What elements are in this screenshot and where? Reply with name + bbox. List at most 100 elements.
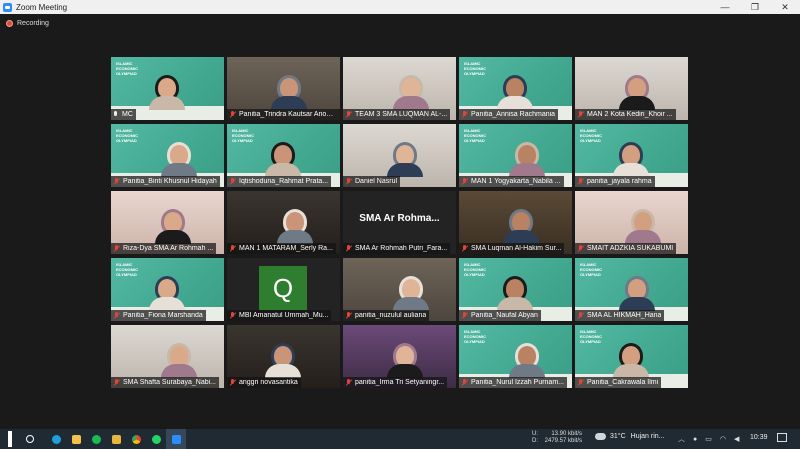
participant-name-bar: Panitia_Nurul Izzah Purnam... — [459, 377, 567, 388]
taskbar-file-explorer[interactable] — [66, 429, 86, 449]
volume-icon[interactable]: ◀ — [734, 435, 739, 443]
weather-widget[interactable]: 31°C Hujan rin... — [595, 433, 665, 440]
recording-indicator[interactable]: Recording — [6, 20, 49, 27]
participant-name: panitia_Irma Tri Setyaningr... — [355, 379, 445, 386]
virtual-background-logo: ISLAMIC ECONOMIC OLYMPIAD — [580, 329, 602, 344]
participant-name-bar: Panitia_Cakrawala Ilmi — [575, 377, 662, 388]
participant-tile[interactable]: ISLAMIC ECONOMIC OLYMPIAD Iqtishoduna_Rah… — [227, 124, 340, 187]
participant-figure — [503, 212, 539, 244]
participant-name-bar: MAN 1 MATARAM_Serly Ra... — [227, 243, 336, 254]
participant-tile[interactable]: TEAM 3 SMA LUQMAN AL-... — [343, 57, 456, 120]
mic-muted-icon — [577, 178, 584, 185]
participant-name: SMA Shafta Surabaya_Nabi... — [123, 379, 216, 386]
system-tray: ︿ ● ▭ ◠ ◀ — [678, 429, 747, 449]
participant-figure — [619, 78, 655, 110]
participant-figure — [613, 346, 649, 378]
recording-dot-icon — [6, 20, 13, 27]
taskbar-chrome[interactable] — [126, 429, 146, 449]
network-icon[interactable]: ▭ — [705, 435, 712, 443]
participant-tile[interactable]: ISLAMIC ECONOMIC OLYMPIAD MC — [111, 57, 224, 120]
taskbar-files[interactable] — [106, 429, 126, 449]
taskbar-zoom[interactable] — [166, 429, 186, 449]
participant-tile[interactable]: ISLAMIC ECONOMIC OLYMPIAD Panitia_Cakrawa… — [575, 325, 688, 388]
notification-icon[interactable] — [777, 433, 787, 442]
participant-tile[interactable]: ISLAMIC ECONOMIC OLYMPIAD Panitia_Naufal … — [459, 258, 572, 321]
participant-name: Panitia_Fiona Marshanda — [123, 312, 203, 319]
participant-name-bar: Panitia_Trindra Kautsar Ariobi... — [227, 109, 340, 120]
participant-name: SMA Ar Rohmah Putri_Fara... — [355, 245, 448, 252]
participant-tile[interactable]: SMA Shafta Surabaya_Nabi... — [111, 325, 224, 388]
participant-tile[interactable]: panitia_Irma Tri Setyaningr... — [343, 325, 456, 388]
virtual-background-logo: ISLAMIC ECONOMIC OLYMPIAD — [464, 262, 486, 277]
participant-name: Iqtishoduna_Rahmat Prata... — [239, 178, 329, 185]
mic-muted-icon — [577, 312, 584, 319]
participant-figure — [149, 279, 185, 311]
participant-tile[interactable]: ISLAMIC ECONOMIC OLYMPIAD Panitia_Fiona M… — [111, 258, 224, 321]
taskbar-clock[interactable]: 10:39 — [750, 434, 768, 441]
mic-muted-icon — [113, 312, 120, 319]
mic-muted-icon — [345, 178, 352, 185]
participant-tile[interactable]: anggri novasantika — [227, 325, 340, 388]
virtual-background-logo: ISLAMIC ECONOMIC OLYMPIAD — [116, 61, 138, 76]
participant-name: Panitia_Nurul Izzah Purnam... — [471, 379, 564, 386]
virtual-background-logo: ISLAMIC ECONOMIC OLYMPIAD — [116, 128, 138, 143]
taskbar-edge[interactable] — [46, 429, 66, 449]
participant-name-bar: MAN 1 Yogyakarta_Nabila ... — [459, 176, 564, 187]
download-label: D: — [532, 438, 538, 444]
mic-muted-icon — [229, 312, 236, 319]
participant-figure — [509, 346, 545, 378]
participant-figure — [387, 346, 423, 378]
window-controls: — ❐ ✕ — [710, 0, 800, 14]
taskbar-whatsapp[interactable] — [146, 429, 166, 449]
participant-figure — [509, 145, 545, 177]
cloud-icon — [595, 433, 606, 440]
participant-name: panitia_jayala rahma — [587, 178, 652, 185]
mic-muted-icon — [113, 245, 120, 252]
participant-display-name: SMA Ar Rohma... — [359, 213, 440, 224]
search-icon — [26, 435, 34, 443]
participant-figure — [149, 78, 185, 110]
participant-figure — [387, 145, 423, 177]
recording-label: Recording — [17, 20, 49, 27]
maximize-button[interactable]: ❐ — [740, 0, 770, 14]
start-button[interactable] — [0, 429, 20, 449]
participant-name-bar: Riza-Dya SMA Ar Rohmah ... — [111, 243, 217, 254]
participant-figure — [619, 279, 655, 311]
participant-tile[interactable]: MAN 1 MATARAM_Serly Ra... — [227, 191, 340, 254]
chevron-up-icon[interactable]: ︿ — [678, 434, 685, 444]
close-button[interactable]: ✕ — [770, 0, 800, 14]
participant-tile[interactable]: Panitia_Trindra Kautsar Ariobi... — [227, 57, 340, 120]
participant-tile[interactable]: SMA Ar Rohma... SMA Ar Rohmah Putri_Fara.… — [343, 191, 456, 254]
participant-figure — [161, 346, 197, 378]
participant-tile[interactable]: Riza-Dya SMA Ar Rohmah ... — [111, 191, 224, 254]
participant-name: Panitia_Binti Khusnul Hidayah — [123, 178, 217, 185]
participant-tile[interactable]: ISLAMIC ECONOMIC OLYMPIAD MAN 1 Yogyakart… — [459, 124, 572, 187]
mic-muted-icon — [577, 379, 584, 386]
participant-tile[interactable]: panitia_nuzulul auliana — [343, 258, 456, 321]
search-button[interactable] — [20, 429, 40, 449]
virtual-background-logo: ISLAMIC ECONOMIC OLYMPIAD — [116, 262, 138, 277]
virtual-background-logo: ISLAMIC ECONOMIC OLYMPIAD — [580, 128, 602, 143]
wifi-icon[interactable]: ◠ — [720, 435, 726, 443]
participant-tile[interactable]: ISLAMIC ECONOMIC OLYMPIAD Panitia_Binti K… — [111, 124, 224, 187]
participant-tile[interactable]: ISLAMIC ECONOMIC OLYMPIAD panitia_jayala … — [575, 124, 688, 187]
participant-name-bar: panitia_jayala rahma — [575, 176, 655, 187]
participant-tile[interactable]: ISLAMIC ECONOMIC OLYMPIAD SMA AL HIKMAH_H… — [575, 258, 688, 321]
microphone-icon[interactable]: ● — [693, 436, 697, 443]
taskbar-spotify[interactable] — [86, 429, 106, 449]
participant-tile[interactable]: ISLAMIC ECONOMIC OLYMPIAD Panitia_Nurul I… — [459, 325, 572, 388]
participant-name: MBI Amanatul Ummah_Mu... — [239, 312, 329, 319]
participant-name-bar: SMA Shafta Surabaya_Nabi... — [111, 377, 219, 388]
participant-name: MC — [122, 111, 133, 118]
participant-tile[interactable]: SMA Luqman Al-Hakim Sur... — [459, 191, 572, 254]
virtual-background-logo: ISLAMIC ECONOMIC OLYMPIAD — [464, 329, 486, 344]
spotify-icon — [91, 434, 101, 444]
participant-tile[interactable]: ISLAMIC ECONOMIC OLYMPIAD Panitia_Annisa … — [459, 57, 572, 120]
participant-tile[interactable]: SMAIT ADZKIA SUKABUMI — [575, 191, 688, 254]
participant-tile[interactable]: Daniel Nasrul — [343, 124, 456, 187]
minimize-button[interactable]: — — [710, 0, 740, 14]
mic-muted-icon — [461, 178, 468, 185]
participant-tile[interactable]: Q MBI Amanatul Ummah_Mu... — [227, 258, 340, 321]
participant-tile[interactable]: MAN 2 Kota Kediri_Khoir ... — [575, 57, 688, 120]
mic-muted-icon — [461, 245, 468, 252]
